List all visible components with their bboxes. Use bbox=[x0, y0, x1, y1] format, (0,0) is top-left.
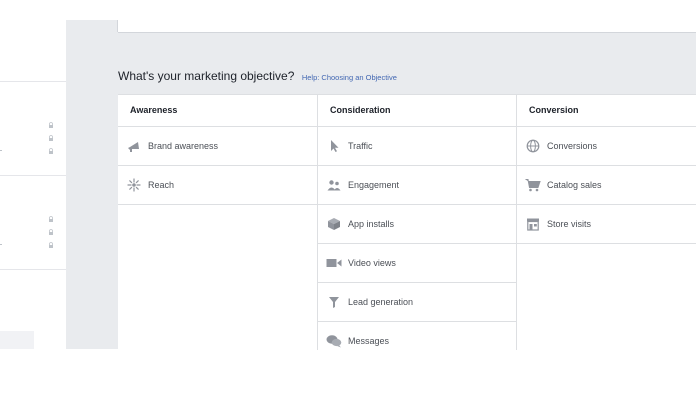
objective-lead-generation[interactable]: Lead generation bbox=[318, 283, 517, 322]
objective-messages[interactable]: Messages bbox=[318, 322, 517, 360]
objective-traffic[interactable]: Traffic bbox=[318, 127, 517, 166]
chat-icon bbox=[326, 334, 342, 348]
objective-reach[interactable]: Reach bbox=[118, 166, 317, 205]
objective-label: Brand awareness bbox=[148, 141, 219, 151]
column-header: Conversion bbox=[517, 95, 696, 127]
objective-app-installs[interactable]: App installs bbox=[318, 205, 517, 244]
objective-brand-awareness[interactable]: Brand awareness bbox=[118, 127, 317, 166]
objective-label: Video views bbox=[348, 258, 396, 268]
objective-label: Engagement bbox=[348, 180, 400, 190]
sidebar-divider bbox=[0, 175, 66, 176]
help-link[interactable]: Help: Choosing an Objective bbox=[302, 73, 397, 82]
column-header: Awareness bbox=[118, 95, 317, 127]
cursor-icon bbox=[326, 139, 342, 153]
megaphone-icon bbox=[126, 139, 142, 153]
objective-video-views[interactable]: Video views bbox=[318, 244, 517, 283]
sidebar-tick bbox=[0, 150, 2, 151]
video-icon bbox=[326, 256, 342, 270]
objective-label: Reach bbox=[148, 180, 175, 190]
objective-engagement[interactable]: Engagement bbox=[318, 166, 517, 205]
people-icon bbox=[326, 178, 342, 192]
store-icon bbox=[525, 217, 541, 231]
column-consideration: Consideration Traffic Engagement App ins… bbox=[317, 95, 517, 350]
objective-catalog-sales[interactable]: Catalog sales bbox=[517, 166, 696, 205]
column-conversion: Conversion Conversions Catalog sales Sto… bbox=[516, 95, 696, 350]
lock-icon bbox=[48, 229, 54, 235]
objective-label: Conversions bbox=[547, 141, 598, 151]
objective-grid: Awareness Brand awareness Reach Consider… bbox=[118, 94, 696, 350]
lock-icon bbox=[48, 122, 54, 128]
objective-question: What's your marketing objective? bbox=[118, 69, 295, 83]
panel-edge bbox=[117, 20, 118, 32]
globe-icon bbox=[525, 139, 541, 153]
sidebar-tick bbox=[0, 244, 2, 245]
lock-icon bbox=[48, 216, 54, 222]
reach-icon bbox=[126, 178, 142, 192]
lock-icon bbox=[48, 135, 54, 141]
funnel-icon bbox=[326, 295, 342, 309]
lock-icon bbox=[48, 148, 54, 154]
box-icon bbox=[326, 217, 342, 231]
objective-label: Store visits bbox=[547, 219, 592, 229]
objective-label: Catalog sales bbox=[547, 180, 602, 190]
objective-heading: What's your marketing objective? Help: C… bbox=[118, 67, 397, 85]
lock-icon bbox=[48, 242, 54, 248]
objective-label: App installs bbox=[348, 219, 395, 229]
objective-label: Lead generation bbox=[348, 297, 414, 307]
column-header: Consideration bbox=[318, 95, 517, 127]
objective-label: Traffic bbox=[348, 141, 373, 151]
left-sidebar bbox=[0, 0, 66, 349]
objective-conversions[interactable]: Conversions bbox=[517, 127, 696, 166]
objective-label: Messages bbox=[348, 336, 390, 346]
cart-icon bbox=[525, 178, 541, 192]
top-panel bbox=[118, 20, 696, 33]
column-awareness: Awareness Brand awareness Reach bbox=[118, 95, 317, 350]
sidebar-selected-item[interactable] bbox=[0, 331, 34, 349]
sidebar-divider bbox=[0, 81, 66, 82]
objective-store-visits[interactable]: Store visits bbox=[517, 205, 696, 244]
sidebar-divider bbox=[0, 269, 66, 270]
